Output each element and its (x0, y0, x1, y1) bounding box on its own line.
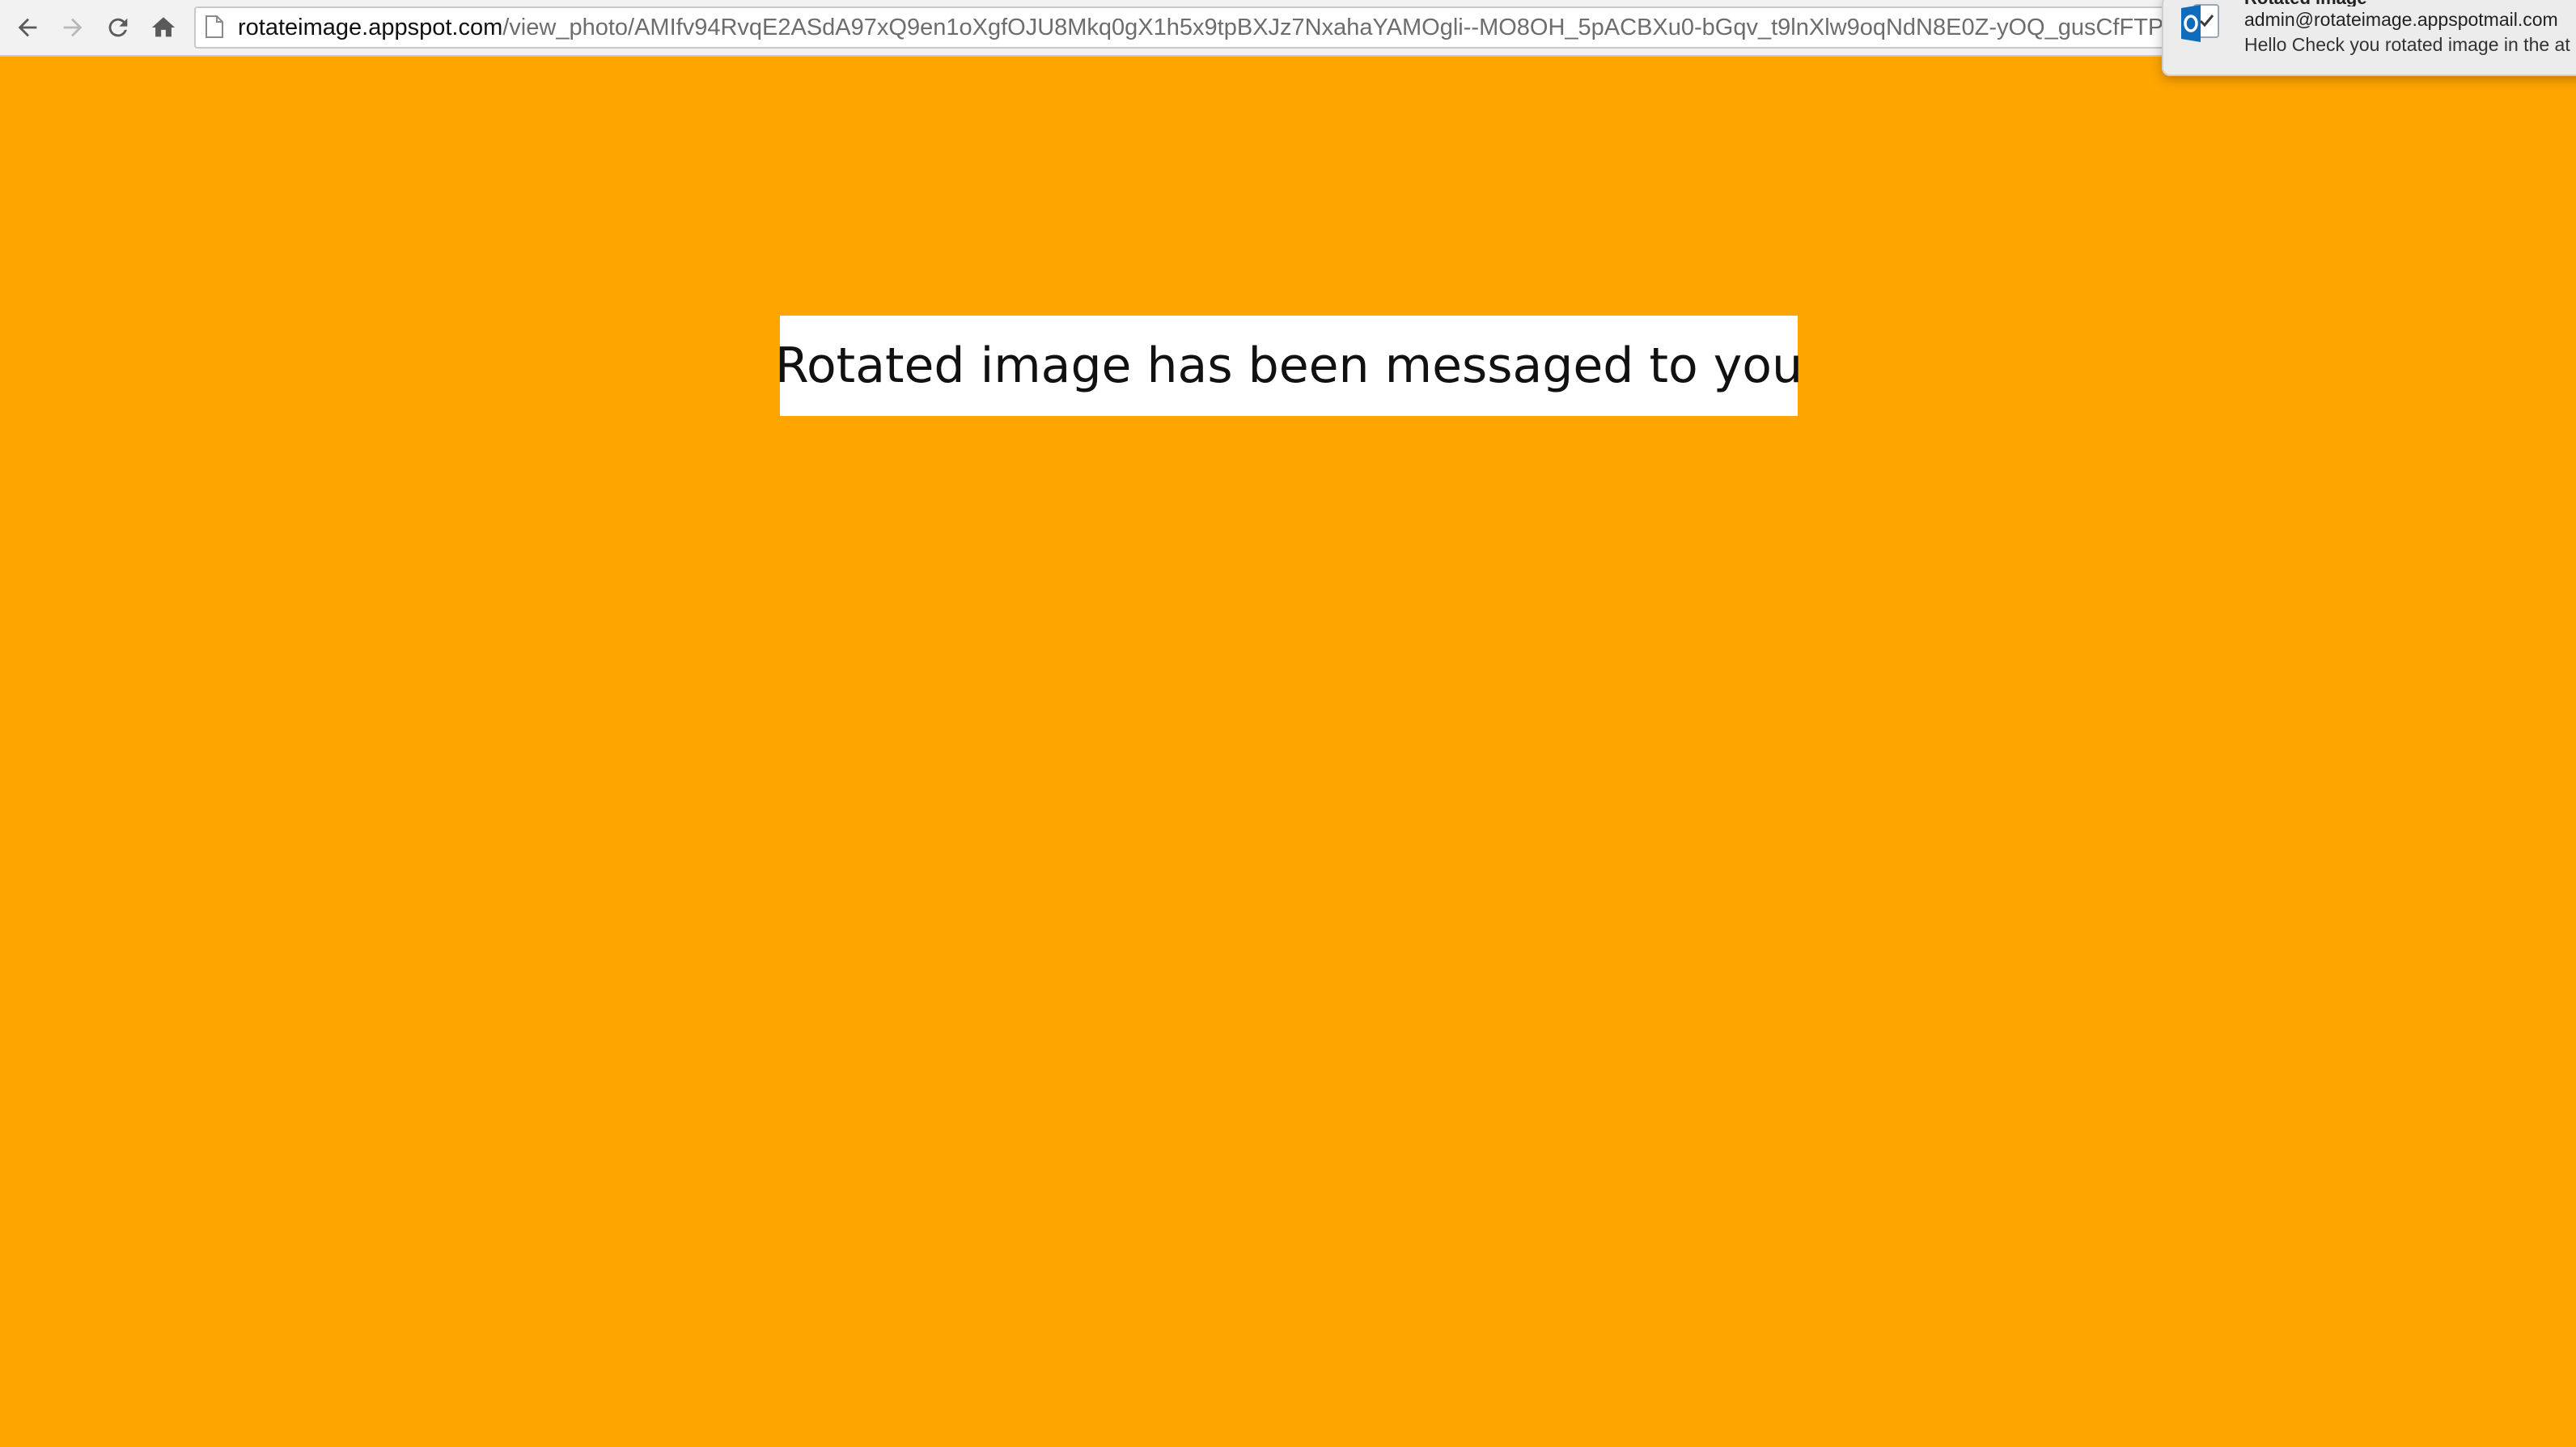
page-content: Rotated image has been messaged to you (0, 57, 2576, 1447)
forward-button[interactable] (57, 11, 89, 44)
mail-notification[interactable]: Rotated image admin@rotateimage.appspotm… (2162, 0, 2576, 76)
page-icon (205, 15, 223, 38)
home-icon (151, 17, 176, 37)
notification-title: Rotated image (2244, 0, 2576, 6)
back-arrow-icon (18, 18, 37, 37)
notification-body: Hello Check you rotated image in the at (2244, 34, 2570, 55)
url-host: rotateimage.appspot.com (238, 15, 503, 40)
notification-text: Rotated image admin@rotateimage.appspotm… (2244, 0, 2576, 57)
reload-icon (108, 18, 128, 37)
outlook-icon (2181, 4, 2219, 42)
notification-sender: admin@rotateimage.appspotmail.com (2244, 9, 2558, 30)
url-text: rotateimage.appspot.com/view_photo/AMIfv… (238, 8, 2163, 47)
url-path: /view_photo/AMIfv94RvqE2ASdA97xQ9en1oXgf… (502, 15, 2164, 40)
message-text: Rotated image has been messaged to you (774, 337, 1803, 394)
home-button[interactable] (147, 11, 180, 44)
reload-button[interactable] (102, 11, 134, 44)
forward-arrow-icon (63, 18, 83, 37)
back-button[interactable] (11, 11, 44, 44)
message-box: Rotated image has been messaged to you (775, 316, 1803, 416)
